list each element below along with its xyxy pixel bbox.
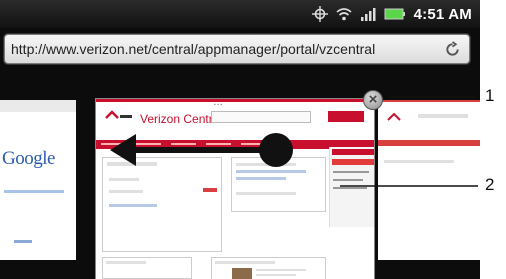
callout-lines: [340, 96, 478, 187]
callout-number-2: 2: [485, 175, 495, 194]
callout-number-1: 1: [485, 86, 495, 105]
